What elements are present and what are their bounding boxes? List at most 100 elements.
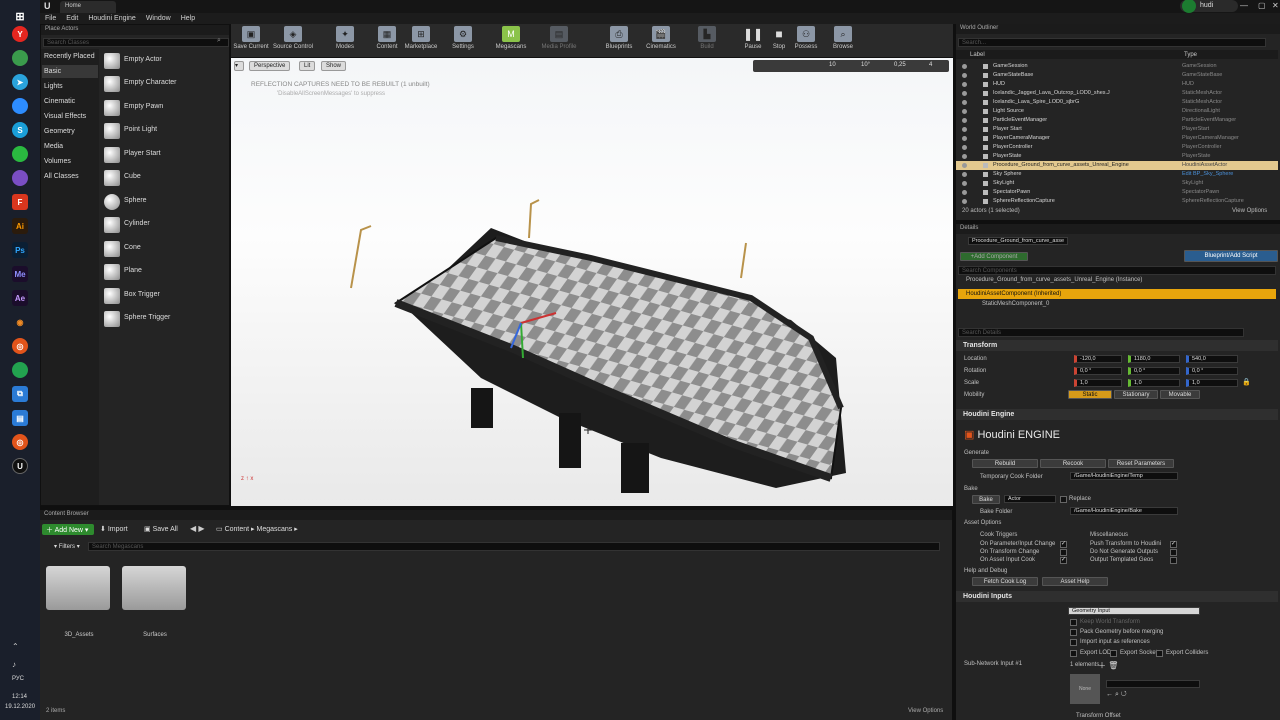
scale-y[interactable]: 1,0 [1128,379,1180,387]
category-all-classes[interactable]: All Classes [42,170,98,183]
app2-icon[interactable] [12,362,28,378]
actor-name-field[interactable]: Procedure_Ground_from_curve_asse [968,237,1068,245]
add-component-button[interactable]: +Add Component [960,252,1028,261]
visibility-eye-icon[interactable] [962,73,967,78]
maximize-icon[interactable]: ▢ [1258,1,1266,10]
possess-button[interactable]: ⚇ Possess [786,26,826,56]
category-media[interactable]: Media [42,140,98,153]
view-options-button[interactable]: View Options [908,708,943,714]
reset-parameters-button[interactable]: Reset Parameters [1108,459,1174,468]
menu-window[interactable]: Window [141,13,176,24]
visibility-eye-icon[interactable] [962,181,967,186]
recook-button[interactable]: Recook [1040,459,1106,468]
transform-offset-label[interactable]: Transform Offset [1076,713,1121,719]
build-button[interactable]: ▙ Build [687,26,727,56]
visibility-eye-icon[interactable] [962,199,967,204]
location-y[interactable]: 1180,0 [1128,355,1180,363]
volume-icon[interactable]: ♪ [12,660,16,669]
category-lights[interactable]: Lights [42,80,98,93]
col-label-header[interactable]: Label [970,52,985,58]
component-houdini-asset[interactable]: HoudiniAssetComponent (Inherited) [958,289,1276,299]
category-visual-effects[interactable]: Visual Effects [42,110,98,123]
rotation-x[interactable]: 0,0 ° [1074,367,1122,375]
visibility-eye-icon[interactable] [962,172,967,177]
param-change-checkbox[interactable]: ✓ [1060,541,1067,548]
settings-button[interactable]: ⚙ Settings [443,26,483,56]
whatsapp-icon[interactable] [12,146,28,162]
actor-box-trigger[interactable]: Box Trigger [100,285,230,307]
filters-button[interactable]: ▾ Filters ▾ [54,543,80,550]
houdini-inputs-section[interactable]: Houdini Inputs [956,591,1278,602]
replace-checkbox[interactable] [1060,496,1067,503]
asset-picker-select[interactable] [1106,680,1200,688]
search-classes-input[interactable]: Search Classes [43,38,229,47]
outliner-row[interactable]: SkyLight SkyLight [956,179,1278,188]
actor-point-light[interactable]: Point Light [100,120,230,142]
modes-button[interactable]: ✦ Modes [325,26,365,56]
bake-button[interactable]: Bake [972,495,1000,504]
export-sockets-checkbox[interactable] [1110,650,1117,657]
visibility-eye-icon[interactable] [962,118,967,123]
cinematics-button[interactable]: 🎬 Cinematics [641,26,681,56]
save-current-button[interactable]: ▣ Save Current [231,26,271,56]
actor-cube[interactable]: Cube [100,167,230,189]
actor-sphere-trigger[interactable]: Sphere Trigger [100,308,230,330]
yandex-icon[interactable]: Y [12,26,28,42]
transform-section[interactable]: Transform [956,340,1278,351]
menu-file[interactable]: File [40,13,61,24]
actor-sphere[interactable]: Sphere [100,191,230,213]
close-icon[interactable]: ✕ [1272,1,1279,10]
outliner-view-options[interactable]: View Options [1232,208,1267,214]
temp-folder-field[interactable]: /Game/HoudiniEngine/Temp [1070,472,1178,480]
category-geometry[interactable]: Geometry [42,125,98,138]
app4-icon[interactable]: ▤ [12,410,28,426]
visibility-eye-icon[interactable] [962,190,967,195]
actor-cylinder[interactable]: Cylinder [100,214,230,236]
category-cinematic[interactable]: Cinematic [42,95,98,108]
outliner-row[interactable]: PlayerState PlayerState [956,152,1278,161]
asset-help-button[interactable]: Asset Help [1042,577,1108,586]
component-static-mesh[interactable]: StaticMeshComponent_0 [982,301,1049,307]
media-profile-button[interactable]: ▤ Media Profile [539,26,579,56]
actor-cone[interactable]: Cone [100,238,230,260]
outliner-row[interactable]: ParticleEventManager ParticleEventManager [956,116,1278,125]
app-icon[interactable]: F [12,194,28,210]
export-colliders-checkbox[interactable] [1156,650,1163,657]
push-transform-checkbox[interactable]: ✓ [1170,541,1177,548]
outliner-row[interactable]: GameStateBase GameStateBase [956,71,1278,80]
actor-player-start[interactable]: Player Start [100,144,230,166]
mobility-movable[interactable]: Movable [1160,390,1200,399]
menu-houdini-engine[interactable]: Houdini Engine [83,13,140,24]
minimize-icon[interactable]: — [1240,1,1248,10]
zoom-icon[interactable] [12,98,28,114]
outliner-row[interactable]: SpectatorPawn SpectatorPawn [956,188,1278,197]
actor-empty-pawn[interactable]: Empty Pawn [100,97,230,119]
visibility-eye-icon[interactable] [962,163,967,168]
scale-lock-icon[interactable]: 🔒 [1242,378,1251,386]
visibility-eye-icon[interactable] [962,145,967,150]
rebuild-button[interactable]: Rebuild [972,459,1038,468]
level-viewport[interactable]: ▾ Perspective Lit Show 10 10° 0,25 4 REF… [231,58,953,506]
breadcrumb-content[interactable]: Content [225,526,250,533]
history-back-icon[interactable]: ◀ ▶ [190,524,205,533]
outliner-row[interactable]: Icelandic_Jagged_Lava_Outcrop_LOD0_shes.… [956,89,1278,98]
visibility-eye-icon[interactable] [962,154,967,159]
outliner-row[interactable]: HUD HUD [956,80,1278,89]
visibility-eye-icon[interactable] [962,100,967,105]
folder-surfaces[interactable]: Surfaces [122,566,188,646]
asset-thumbnail[interactable]: None [1070,674,1100,704]
blueprint-add-script-button[interactable]: Blueprint/Add Script [1184,250,1278,262]
outliner-search-input[interactable]: Search... [958,38,1266,47]
unreal-icon[interactable]: U [12,458,28,474]
clock-date[interactable]: 19.12.2020 [5,704,35,710]
transform-change-checkbox[interactable] [1060,549,1067,556]
breadcrumb-megascans[interactable]: Megascans [257,526,293,533]
blueprints-button[interactable]: ⎙ Blueprints [599,26,639,56]
location-z[interactable]: 540,0 [1186,355,1238,363]
scale-x[interactable]: 1,0 [1074,379,1122,387]
houdini-icon[interactable]: ◎ [12,338,28,354]
photoshop-icon[interactable]: Ps [12,242,28,258]
visibility-eye-icon[interactable] [962,109,967,114]
illustrator-icon[interactable]: Ai [12,218,28,234]
asset-picker-icons[interactable]: ← ⌕ ↺ [1106,691,1127,699]
